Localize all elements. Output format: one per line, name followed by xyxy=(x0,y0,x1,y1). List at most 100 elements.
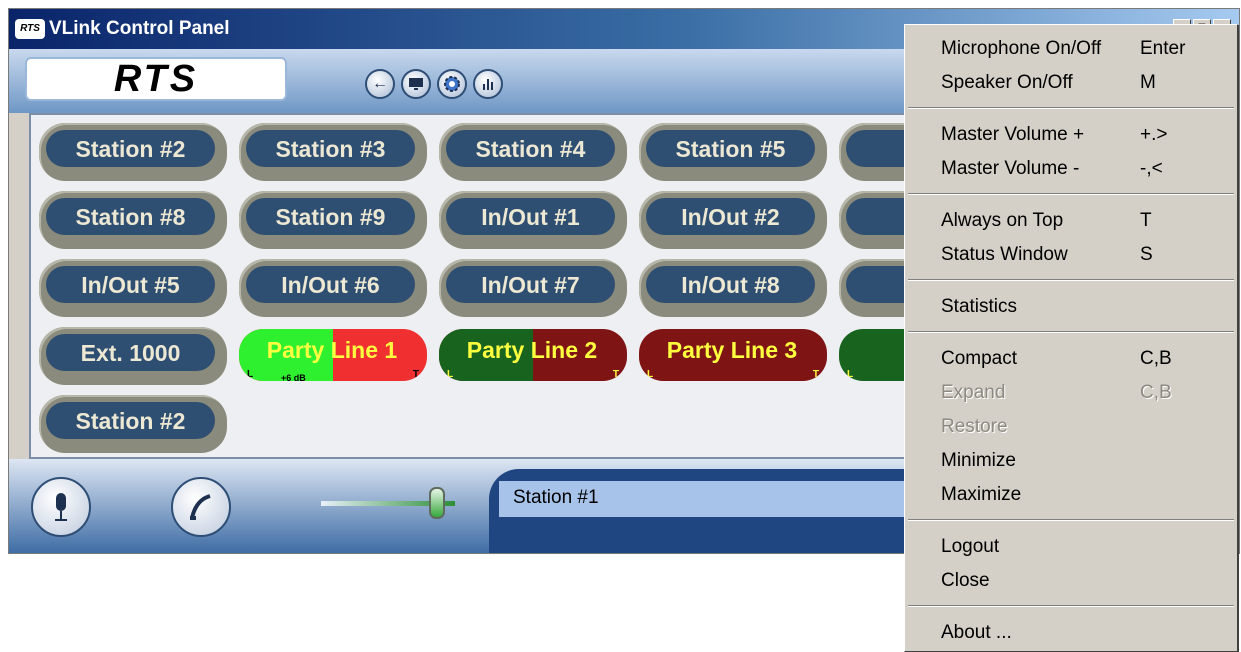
inout-key[interactable]: In/Out #6 xyxy=(239,259,427,317)
menu-item-speaker[interactable]: Speaker On/Off M xyxy=(905,66,1237,100)
talk-marker: T xyxy=(412,369,419,380)
rts-logo: RTS xyxy=(25,57,287,101)
inout-key[interactable]: In/Out #5 xyxy=(39,259,227,317)
gear-icon[interactable] xyxy=(437,69,467,99)
talk-marker: T xyxy=(812,369,819,380)
menu-item-microphone[interactable]: Microphone On/Off Enter xyxy=(905,32,1237,66)
menu-item-volume-up[interactable]: Master Volume + +.> xyxy=(905,118,1237,152)
menu-item-shortcut: S xyxy=(1140,244,1153,265)
menu-separator xyxy=(908,331,1234,333)
menu-item-logout[interactable]: Logout xyxy=(905,530,1237,564)
station-key[interactable]: Station #2 xyxy=(39,123,227,181)
window-title: VLink Control Panel xyxy=(49,18,230,39)
menu-item-label: Statistics xyxy=(941,296,1018,317)
inout-key[interactable]: In/Out #1 xyxy=(439,191,627,249)
party-line-label: Party Line 2 xyxy=(466,337,598,363)
menu-item-label: Close xyxy=(941,570,990,591)
menu-item-label: Speaker On/Off xyxy=(941,72,1073,93)
menu-item-restore: Restore xyxy=(905,410,1237,444)
talk-marker: T xyxy=(612,369,619,380)
party-line-label: Party Line 1 xyxy=(266,337,398,363)
menu-item-label: Compact xyxy=(941,348,1018,369)
app-icon: RTS xyxy=(15,19,45,39)
menu-item-label: About ... xyxy=(941,622,1012,643)
microphone-button[interactable] xyxy=(31,477,91,537)
station-key[interactable]: Station #9 xyxy=(239,191,427,249)
menu-item-expand: Expand C,B xyxy=(905,376,1237,410)
menu-item-volume-down[interactable]: Master Volume - -,< xyxy=(905,152,1237,186)
menu-item-label: Restore xyxy=(941,416,1008,437)
station-key[interactable]: Station #4 xyxy=(439,123,627,181)
station-key[interactable]: Station #5 xyxy=(639,123,827,181)
menu-separator xyxy=(908,193,1234,195)
inout-key[interactable]: In/Out #2 xyxy=(639,191,827,249)
menu-item-label: Master Volume + xyxy=(941,124,1085,145)
menu-item-label: Maximize xyxy=(941,484,1022,505)
menu-item-label: Always on Top xyxy=(941,210,1064,231)
rts-logo-text: RTS xyxy=(113,58,199,100)
menu-item-shortcut: C,B xyxy=(1140,348,1172,369)
menu-item-status-window[interactable]: Status Window S xyxy=(905,238,1237,272)
menu-item-shortcut: T xyxy=(1140,210,1152,231)
station-key[interactable]: Station #2 xyxy=(39,395,227,453)
key-label: In/Out #5 xyxy=(46,266,215,303)
key-label: Station #4 xyxy=(446,130,615,167)
listen-marker: L xyxy=(647,369,654,380)
listen-marker: L xyxy=(447,369,454,380)
level-indicator: +6 dB xyxy=(281,373,306,383)
party-line-key[interactable]: Party Line 1 L T xyxy=(239,329,427,381)
listen-marker: L xyxy=(847,369,854,380)
menu-item-statistics[interactable]: Statistics xyxy=(905,290,1237,324)
inout-key[interactable]: In/Out #8 xyxy=(639,259,827,317)
menu-item-label: Microphone On/Off xyxy=(941,38,1102,59)
key-label: Station #3 xyxy=(246,130,415,167)
key-label: Station #9 xyxy=(246,198,415,235)
menu-separator xyxy=(908,605,1234,607)
menu-item-shortcut: M xyxy=(1140,72,1156,93)
party-line-label: Party Line 3 xyxy=(666,337,798,363)
party-line-key[interactable]: Party Line 2 L T xyxy=(439,329,627,381)
statistics-icon[interactable] xyxy=(473,69,503,99)
menu-item-label: Expand xyxy=(941,382,1006,403)
key-label: In/Out #2 xyxy=(646,198,815,235)
key-label: Station #8 xyxy=(46,198,215,235)
key-label: In/Out #8 xyxy=(646,266,815,303)
menu-item-label: Minimize xyxy=(941,450,1016,471)
volume-slider-knob[interactable] xyxy=(429,487,445,519)
key-label: Station #2 xyxy=(46,402,215,439)
extension-key[interactable]: Ext. 1000 xyxy=(39,327,227,385)
key-label: Station #2 xyxy=(46,130,215,167)
speaker-button[interactable] xyxy=(171,477,231,537)
menu-item-shortcut: C,B xyxy=(1140,382,1172,403)
key-label: Station #5 xyxy=(646,130,815,167)
station-key[interactable]: Station #3 xyxy=(239,123,427,181)
context-menu: Microphone On/Off Enter Speaker On/Off M M… xyxy=(904,24,1238,652)
inout-key[interactable]: In/Out #7 xyxy=(439,259,627,317)
key-label: In/Out #7 xyxy=(446,266,615,303)
menu-item-label: Status Window xyxy=(941,244,1068,265)
menu-item-label: Master Volume - xyxy=(941,158,1080,179)
key-label: In/Out #1 xyxy=(446,198,615,235)
menu-item-compact[interactable]: Compact C,B xyxy=(905,342,1237,376)
headset-icon xyxy=(190,494,211,520)
menu-item-close[interactable]: Close xyxy=(905,564,1237,598)
menu-item-minimize[interactable]: Minimize xyxy=(905,444,1237,478)
key-label: In/Out #6 xyxy=(246,266,415,303)
menu-separator xyxy=(908,107,1234,109)
menu-item-label: Logout xyxy=(941,536,1000,557)
station-key[interactable]: Station #8 xyxy=(39,191,227,249)
menu-separator xyxy=(908,519,1234,521)
key-label: Ext. 1000 xyxy=(46,334,215,371)
menu-item-shortcut: +.> xyxy=(1140,124,1168,145)
listen-marker: L xyxy=(247,369,254,380)
menu-item-maximize[interactable]: Maximize xyxy=(905,478,1237,512)
menu-item-shortcut: Enter xyxy=(1140,38,1186,59)
current-station-label: Station #1 xyxy=(513,487,599,508)
party-line-key[interactable]: Party Line 3 L T xyxy=(639,329,827,381)
monitor-icon[interactable] xyxy=(401,69,431,99)
menu-item-about[interactable]: About ... xyxy=(905,616,1237,650)
microphone-icon xyxy=(55,493,67,521)
back-arrow-icon[interactable]: ← xyxy=(365,69,395,99)
menu-separator xyxy=(908,279,1234,281)
menu-item-always-on-top[interactable]: Always on Top T xyxy=(905,204,1237,238)
